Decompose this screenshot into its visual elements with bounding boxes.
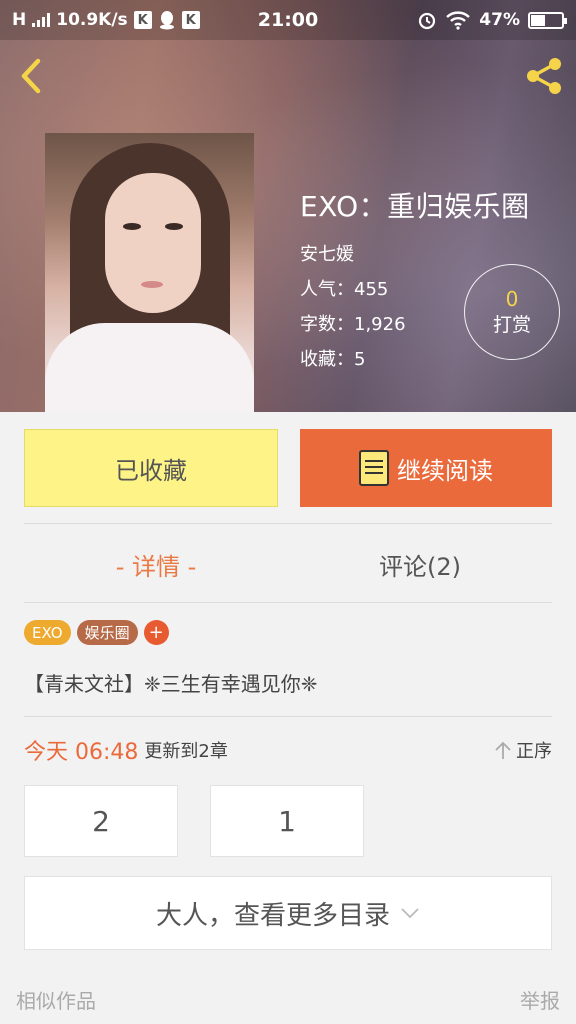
network-type: H <box>12 10 27 30</box>
tag-exo[interactable]: EXO <box>24 620 71 645</box>
arrow-up-icon <box>495 741 511 759</box>
sort-label: 正序 <box>516 741 552 762</box>
chapter-button[interactable]: 2 <box>24 785 178 857</box>
tip-count: 0 <box>505 287 519 311</box>
chevron-down-icon <box>401 908 419 919</box>
status-bar: H 10.9K/s K K 21:00 47% <box>0 0 576 40</box>
network-speed: 10.9K/s <box>56 10 128 30</box>
more-catalog-label: 大人，查看更多目录 <box>155 900 390 931</box>
battery-percent: 47% <box>479 10 520 30</box>
similar-works-heading: 相似作品 <box>16 989 96 1013</box>
tag-list: EXO 娱乐圈 + <box>24 620 169 645</box>
tip-button[interactable]: 0 打赏 <box>464 264 560 360</box>
k-app-icon: K <box>133 11 152 29</box>
book-detail-page: H 10.9K/s K K 21:00 47% EXO：重归娱乐圈 安七媛 人气… <box>0 0 576 1024</box>
continue-reading-label: 继续阅读 <box>397 456 493 485</box>
chevron-left-icon <box>21 58 41 94</box>
divider <box>24 602 552 603</box>
update-text: 更新到2章 <box>144 741 228 762</box>
battery-icon <box>528 11 567 29</box>
back-button[interactable] <box>14 56 50 96</box>
add-tag-button[interactable]: + <box>143 620 169 645</box>
signal-icon <box>32 13 51 27</box>
divider <box>24 716 552 717</box>
qq-icon <box>159 11 174 30</box>
k-app-icon-2: K <box>181 11 200 29</box>
favorited-button[interactable]: 已收藏 <box>24 429 278 507</box>
tab-comments[interactable]: 评论(2) <box>288 525 552 603</box>
more-catalog-button[interactable]: 大人，查看更多目录 <box>24 876 552 950</box>
book-description: 【青未文社】❈三生有幸遇见你❈ <box>24 672 318 696</box>
book-icon <box>359 450 389 486</box>
update-row: 今天 06:48 更新到2章 正序 <box>24 734 552 766</box>
update-date: 今天 06:48 <box>24 740 139 765</box>
divider <box>24 523 552 524</box>
clock: 21:00 <box>257 9 319 31</box>
share-icon <box>527 58 561 94</box>
share-button[interactable] <box>522 54 566 98</box>
report-link[interactable]: 举报 <box>520 985 560 1014</box>
sort-toggle[interactable]: 正序 <box>494 737 552 763</box>
continue-reading-button[interactable]: 继续阅读 <box>300 429 552 507</box>
alarm-icon <box>419 12 436 30</box>
book-cover-image[interactable] <box>45 133 254 412</box>
tab-bar: - 详情 - 评论(2) <box>24 525 552 603</box>
tag-entertainment[interactable]: 娱乐圈 <box>76 620 138 645</box>
tab-details[interactable]: - 详情 - <box>24 525 288 603</box>
tip-label: 打赏 <box>492 314 531 336</box>
chapter-button[interactable]: 1 <box>210 785 364 857</box>
wifi-icon <box>446 11 471 30</box>
book-title: EXO：重归娱乐圈 <box>300 190 530 223</box>
